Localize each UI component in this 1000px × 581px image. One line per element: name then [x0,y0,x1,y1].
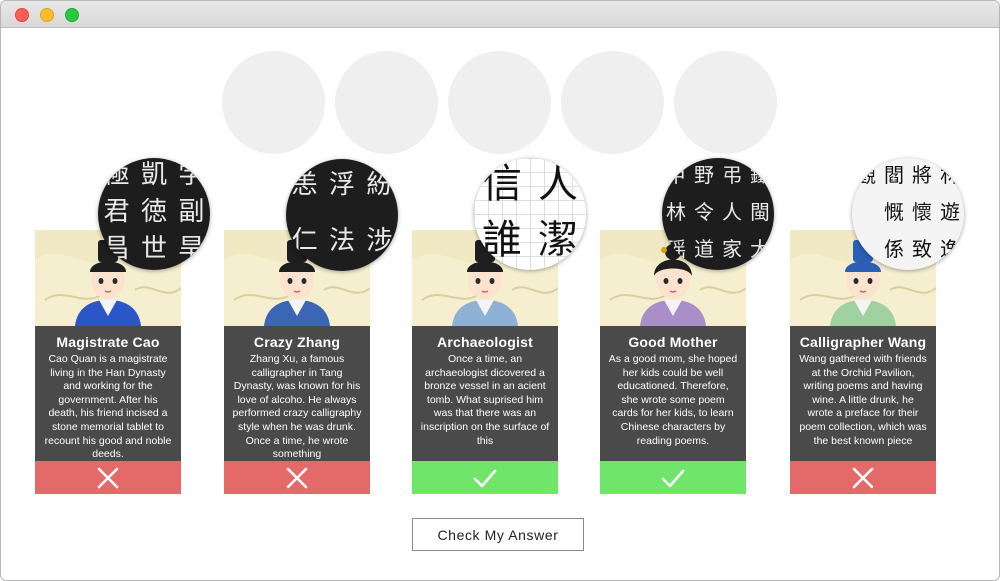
calligraphy-character: 仁 [291,226,318,256]
check-my-answer-button[interactable]: Check My Answer [412,518,584,551]
cross-icon [852,467,874,489]
calligraphy-character: 凱 [141,159,168,190]
minimize-window-button[interactable] [40,8,54,22]
calligraphy-character: 閻 [884,162,904,187]
card-description: Zhang Xu, a famous calligrapher in Tang … [232,353,362,461]
calligraphy-character: 家 [722,237,742,262]
calligraphy-character: 弔 [722,162,742,187]
calligraphy-character: 遊 [940,200,960,224]
calligraphy-character: 懷 [912,200,932,224]
answer-slot-1[interactable] [222,51,325,154]
calligraphy-character: 瑶 [666,237,686,262]
calligraphy-character: 甲 [666,162,686,187]
calligraphy-character: 野 [694,162,714,187]
title-bar [1,1,999,28]
calligraphy-character: 將 [912,162,932,187]
calligraphy-character: 大 [750,237,770,262]
answer-slot-3[interactable] [448,51,551,154]
calligraphy-character: 人 [722,200,742,224]
calligraphy-stamp-2[interactable]: 紛涉浮法恙仁 [286,159,398,271]
calligraphy-character: 涉 [366,226,393,256]
calligraphy-character: 恙 [291,170,318,200]
calligraphy-character: 令 [694,200,714,224]
card-title: Calligrapher Wang [799,334,927,350]
calligraphy-character: 副 [178,197,205,227]
calligraphy-character: 君 [103,197,130,227]
browser-window: Magistrate Cao Cao Quan is a magistrate … [0,0,1000,581]
calligraphy-character: 法 [329,226,356,256]
close-window-button[interactable] [15,8,29,22]
calligraphy-character: 逸 [940,237,960,262]
calligraphy-stamp-5[interactable]: 林遊逸 將懷致 閻慨係 觀 [852,158,964,270]
calligraphy-character: 徳 [141,197,168,227]
calligraphy-character: 林 [666,200,686,224]
calligraphy-stamp-1[interactable]: 学副旱 凱徳世 極君昌 [98,158,210,270]
card-description: Once a time, an archaeologist dicovered … [420,353,550,447]
checkmark-icon [473,469,497,488]
calligraphy-stamp-3[interactable]: 人潔信誰 [474,158,586,270]
card-description: Wang gathered with friends at the Orchid… [799,353,927,447]
calligraphy-character: 致 [912,237,932,262]
answer-slot-4[interactable] [561,51,664,154]
result-bar [600,461,746,494]
calligraphy-character: 浮 [329,170,356,200]
card-title: Archaeologist [437,334,533,350]
result-bar [790,461,936,494]
calligraphy-character: 鐵 [750,162,770,187]
calligraphy-character: 觀 [856,162,876,187]
card-title: Good Mother [628,334,718,350]
calligraphy-character: 人 [538,161,578,207]
calligraphy-character: 誰 [482,217,522,263]
card-body: Magistrate Cao Cao Quan is a magistrate … [35,326,181,461]
maximize-window-button[interactable] [65,8,79,22]
card-body: Good Mother As a good mom, she hoped her… [600,326,746,461]
answer-slot-5[interactable] [674,51,777,154]
calligraphy-character: 世 [141,234,168,265]
card-title: Magistrate Cao [56,334,160,350]
result-bar [224,461,370,494]
result-bar [35,461,181,494]
calligraphy-character: 係 [884,237,904,262]
calligraphy-character: 林 [940,162,960,187]
card-title: Crazy Zhang [253,334,341,350]
calligraphy-stamp-4[interactable]: 鐵閩大 弔人家 野令道 甲林瑶 [662,158,774,270]
cross-icon [286,467,308,489]
calligraphy-character: 閩 [750,200,770,224]
cross-icon [97,467,119,489]
calligraphy-character: 紛 [366,170,393,200]
calligraphy-character: 昌 [103,234,130,265]
card-description: As a good mom, she hoped her kids could … [608,353,738,447]
checkmark-icon [661,469,685,488]
calligraphy-character: 学 [178,159,205,190]
calligraphy-character: 旱 [178,234,205,265]
card-body: Calligrapher Wang Wang gathered with fri… [790,326,936,461]
card-body: Archaeologist Once a time, an archaeolog… [412,326,558,461]
result-bar [412,461,558,494]
calligraphy-character: 道 [694,237,714,262]
answer-slot-2[interactable] [335,51,438,154]
calligraphy-character: 極 [103,159,130,190]
card-body: Crazy Zhang Zhang Xu, a famous calligrap… [224,326,370,461]
card-description: Cao Quan is a magistrate living in the H… [44,353,172,461]
calligraphy-character: 信 [482,161,522,207]
calligraphy-character: 慨 [884,200,904,224]
calligraphy-character: 潔 [538,217,578,263]
